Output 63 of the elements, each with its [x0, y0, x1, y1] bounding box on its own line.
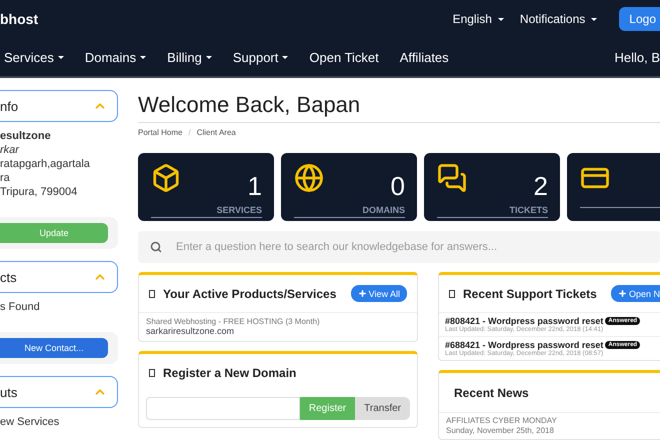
sidebar-button[interactable]: New Contact... [0, 338, 108, 358]
sidebar-text: ra [0, 172, 11, 185]
stat-card[interactable]: 0 DOMAINS [281, 153, 417, 221]
breadcrumb-separator: / [188, 128, 191, 137]
domain-input-field[interactable] [146, 397, 300, 420]
sidebar-panel-header[interactable]: cts [0, 261, 118, 293]
search-icon [150, 241, 162, 253]
chat-bubbles-icon [437, 163, 467, 193]
ticket-link[interactable]: #808421 - Wordpress password reset [445, 316, 604, 326]
nav-item[interactable]: Domains [84, 50, 146, 64]
dropdown-menu[interactable]: English [452, 12, 504, 26]
ticket-link[interactable]: #688421 - Wordpress password reset [445, 340, 604, 350]
stat-label: SERVICES [216, 205, 262, 215]
plus-icon [358, 289, 367, 298]
sidebar-text: ew Services [0, 416, 60, 429]
logout-button[interactable]: Logo [619, 7, 660, 31]
square-icon [149, 290, 155, 298]
sidebar-text: s Found [0, 301, 41, 314]
stat-count: 1 [248, 171, 262, 202]
site-logo[interactable]: bhost [0, 11, 38, 27]
dropdown-menu[interactable]: Notifications [520, 12, 598, 26]
sidebar-text: esultzone [0, 130, 52, 143]
panel-title: Recent Support Tickets [463, 286, 598, 300]
box-icon [151, 163, 181, 193]
open-ticket-button[interactable]: Open N [610, 285, 660, 302]
stat-count: 2 [534, 171, 548, 202]
panel-title: uts [0, 384, 18, 400]
news-date: Sunday, November 25th, 2018 [446, 426, 555, 436]
view-all-button[interactable]: View All [350, 285, 407, 302]
panel-title: nfo [0, 98, 18, 114]
square-icon [449, 290, 455, 298]
sidebar-text: ratapgarh,agartala [0, 158, 91, 171]
globe-icon [294, 163, 324, 193]
stat-count: 0 [390, 171, 405, 202]
nav-item[interactable]: Support [232, 50, 288, 64]
nav-item[interactable]: Affiliates [400, 50, 449, 64]
panel-title: Register a New Domain [163, 366, 298, 380]
domain-link[interactable]: sarkariresultzone.com [146, 326, 410, 336]
breadcrumb-link[interactable]: Portal Home [138, 128, 182, 137]
sidebar-text: rkar [0, 144, 20, 157]
sidebar-text: Tripura, 799004 [0, 186, 78, 199]
nav-item[interactable]: Billing [167, 50, 212, 64]
search-input[interactable]: Enter a question here to search our knowledgebase for answers... [174, 240, 660, 254]
greeting-text[interactable]: Hello, B [614, 50, 660, 64]
page-title: Welcome Back, Bapan [138, 92, 362, 119]
sidebar-panel-header[interactable]: nfo [0, 90, 118, 122]
square-icon [149, 369, 155, 377]
domain-button[interactable]: Transfer [355, 397, 410, 420]
stat-label: TICKETS [508, 205, 548, 215]
news-title[interactable]: AFFILIATES CYBER MONDAY [446, 416, 660, 426]
panel-title: cts [0, 270, 17, 284]
nav-item[interactable]: Open Ticket [309, 50, 379, 64]
panel-title: Recent News [454, 386, 530, 400]
sidebar-panel-header[interactable]: uts [0, 376, 118, 408]
product-name: Shared Webhosting - FREE HOSTING (3 Month) [146, 317, 321, 326]
panel-title: Your Active Products/Services [163, 286, 338, 300]
nav-item[interactable]: Services [4, 50, 64, 64]
stat-card[interactable]: 2 TICKETS [424, 153, 560, 221]
plus-icon [618, 289, 627, 298]
stat-card[interactable]: 1 SERVICES [138, 153, 274, 221]
stat-label: DOMAINS [362, 205, 405, 215]
breadcrumb-link[interactable]: Client Area [196, 128, 236, 137]
search-field[interactable]: Enter a question here to search our knowledgebase for answers... [138, 231, 660, 263]
